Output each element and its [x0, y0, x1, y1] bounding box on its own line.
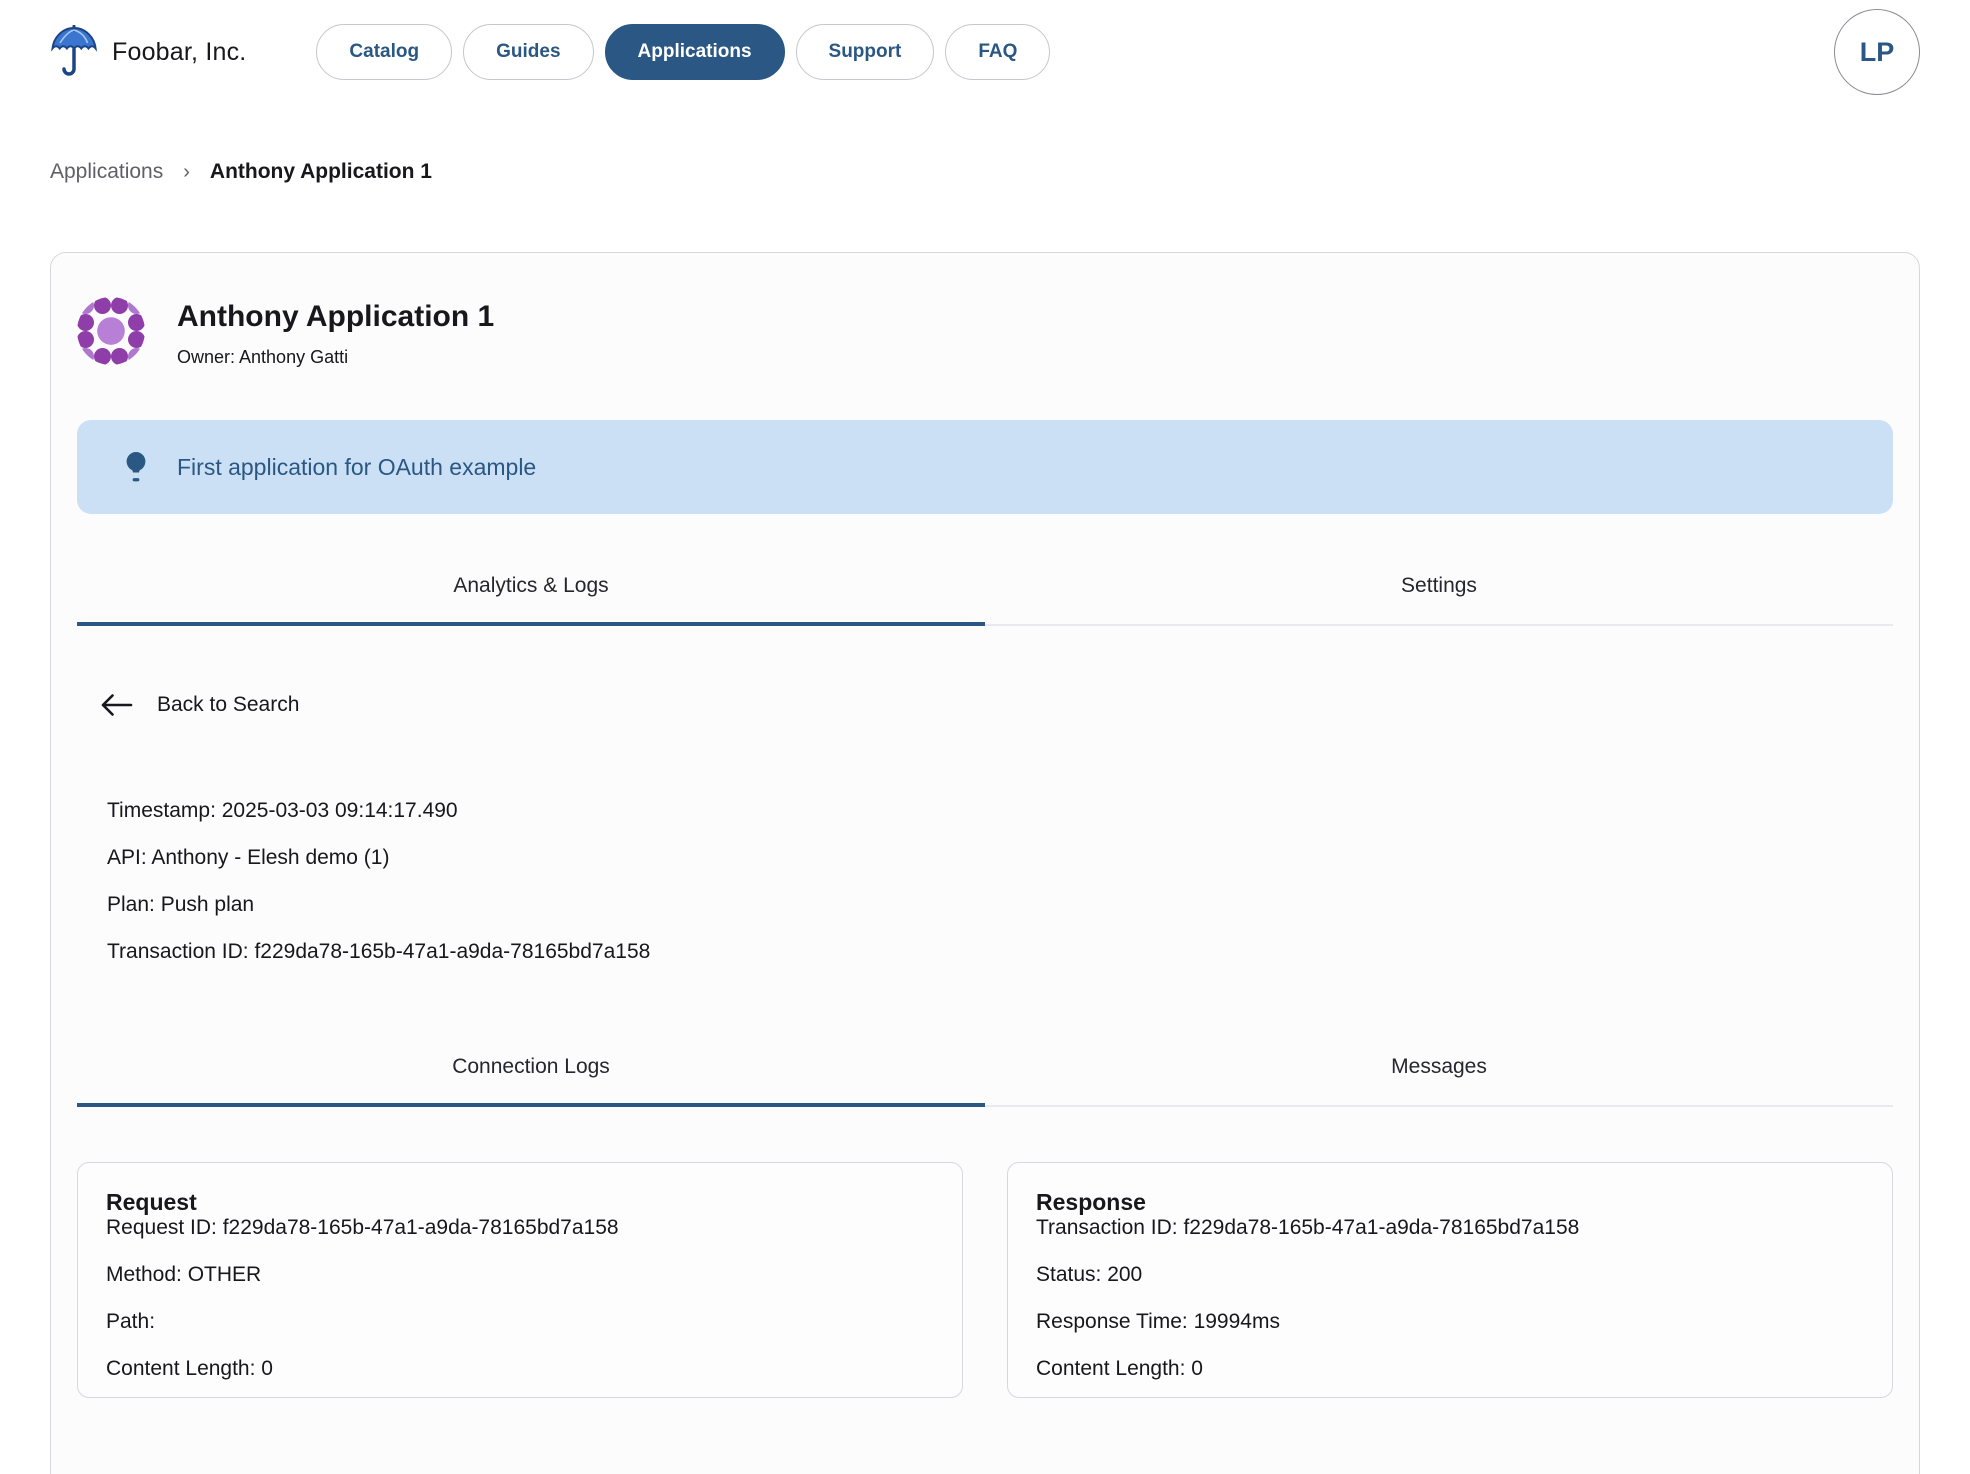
- banner-text: First application for OAuth example: [177, 454, 536, 481]
- lightbulb-icon: [121, 450, 151, 484]
- tab-messages[interactable]: Messages: [985, 1029, 1893, 1107]
- back-to-search-link[interactable]: Back to Search: [99, 692, 299, 718]
- main-tabs: Analytics & Logs Settings: [77, 548, 1893, 626]
- breadcrumb: Applications › Anthony Application 1: [50, 158, 1920, 186]
- response-time: Response Time: 19994ms: [1036, 1311, 1864, 1333]
- request-card: Request Request ID: f229da78-165b-47a1-a…: [77, 1162, 963, 1398]
- back-to-search-label: Back to Search: [157, 693, 299, 717]
- detail-transaction-id: Transaction ID: f229da78-165b-47a1-a9da-…: [107, 941, 1893, 963]
- request-path: Path:: [106, 1311, 934, 1333]
- log-detail-fields: Timestamp: 2025-03-03 09:14:17.490 API: …: [107, 800, 1893, 963]
- request-id: Request ID: f229da78-165b-47a1-a9da-7816…: [106, 1217, 934, 1239]
- tab-settings[interactable]: Settings: [985, 548, 1893, 626]
- main-nav: Catalog Guides Applications Support FAQ: [316, 24, 1050, 80]
- tab-analytics-logs[interactable]: Analytics & Logs: [77, 548, 985, 626]
- info-banner: First application for OAuth example: [77, 420, 1893, 514]
- breadcrumb-current: Anthony Application 1: [210, 158, 432, 186]
- nav-applications[interactable]: Applications: [605, 24, 785, 80]
- arrow-left-icon: [99, 692, 133, 718]
- breadcrumb-separator-icon: ›: [183, 158, 190, 186]
- breadcrumb-applications[interactable]: Applications: [50, 158, 163, 186]
- response-card: Response Transaction ID: f229da78-165b-4…: [1007, 1162, 1893, 1398]
- nav-support[interactable]: Support: [796, 24, 935, 80]
- nav-guides[interactable]: Guides: [463, 24, 593, 80]
- umbrella-logo-icon: [50, 25, 98, 79]
- nav-faq[interactable]: FAQ: [945, 24, 1050, 80]
- response-status: Status: 200: [1036, 1264, 1864, 1286]
- top-header: Foobar, Inc. Catalog Guides Applications…: [50, 0, 1920, 88]
- nav-catalog[interactable]: Catalog: [316, 24, 452, 80]
- application-owner: Owner: Anthony Gatti: [177, 347, 494, 368]
- application-avatar-icon: [77, 297, 145, 365]
- detail-api: API: Anthony - Elesh demo (1): [107, 847, 1893, 869]
- page-title: Anthony Application 1: [177, 299, 494, 335]
- application-card: Anthony Application 1 Owner: Anthony Gat…: [50, 252, 1920, 1474]
- request-method: Method: OTHER: [106, 1264, 934, 1286]
- user-avatar[interactable]: LP: [1834, 9, 1920, 95]
- detail-timestamp: Timestamp: 2025-03-03 09:14:17.490: [107, 800, 1893, 822]
- tab-connection-logs[interactable]: Connection Logs: [77, 1029, 985, 1107]
- brand[interactable]: Foobar, Inc.: [50, 25, 246, 79]
- log-subtabs: Connection Logs Messages: [77, 1029, 1893, 1107]
- connection-log-cards: Request Request ID: f229da78-165b-47a1-a…: [77, 1162, 1893, 1398]
- detail-plan: Plan: Push plan: [107, 894, 1893, 916]
- brand-name: Foobar, Inc.: [112, 38, 246, 67]
- application-header: Anthony Application 1 Owner: Anthony Gat…: [77, 297, 1893, 368]
- response-content-length: Content Length: 0: [1036, 1358, 1864, 1380]
- request-card-title: Request: [106, 1187, 934, 1217]
- response-card-title: Response: [1036, 1187, 1864, 1217]
- request-content-length: Content Length: 0: [106, 1358, 934, 1380]
- response-transaction-id: Transaction ID: f229da78-165b-47a1-a9da-…: [1036, 1217, 1864, 1239]
